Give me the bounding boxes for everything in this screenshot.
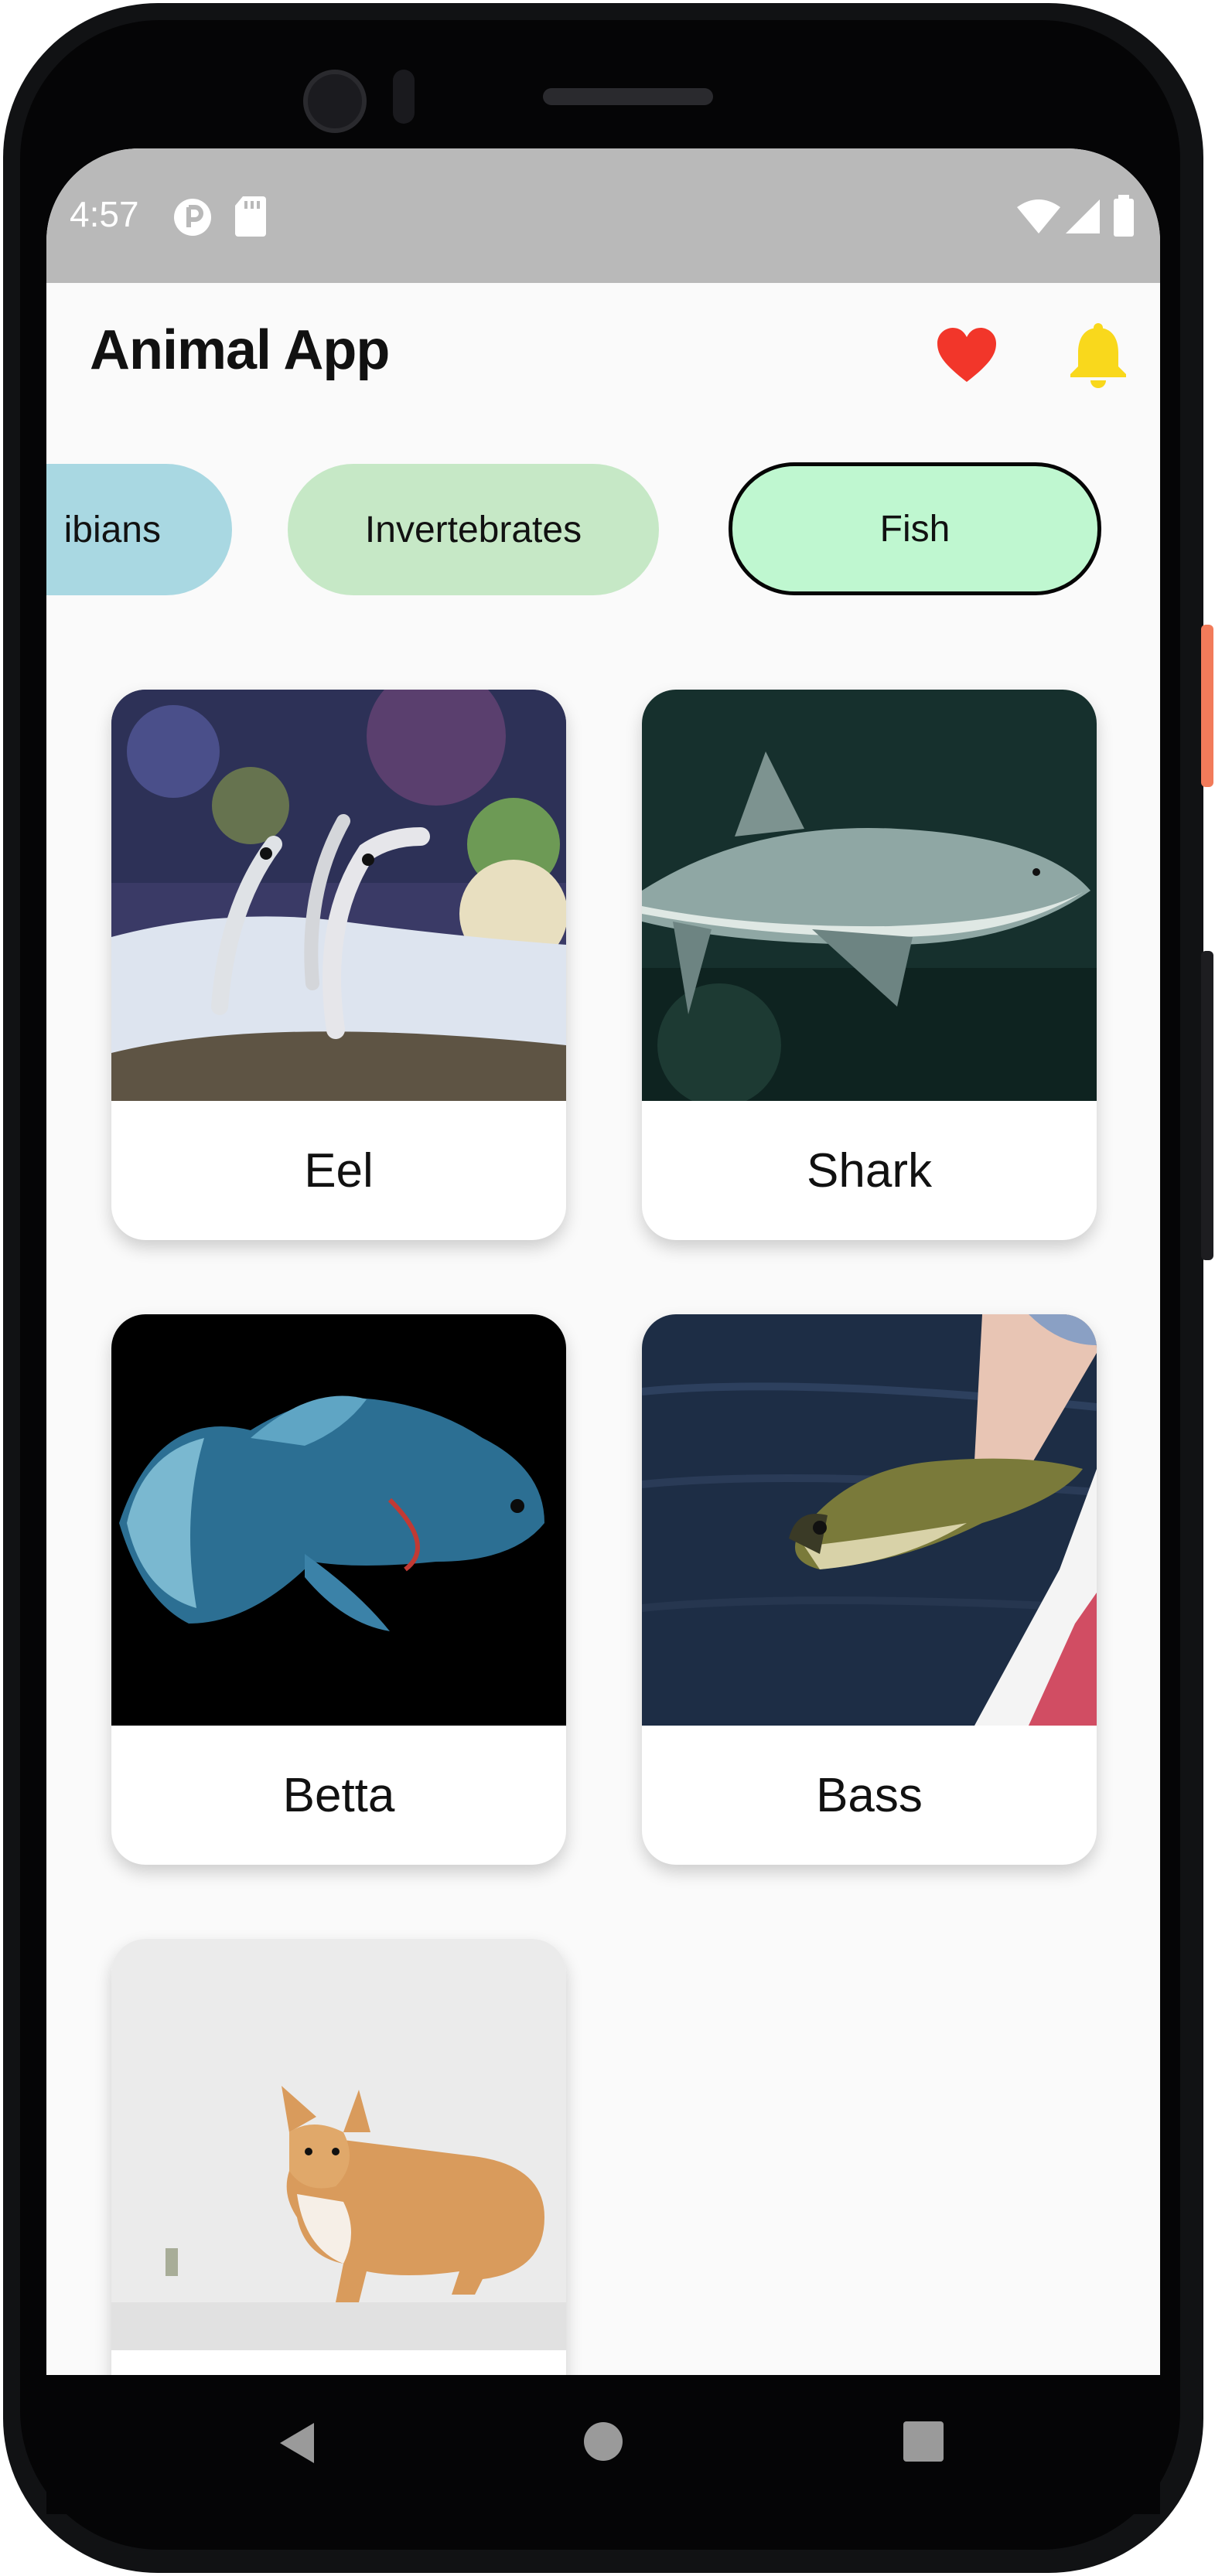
- animal-name: Eel: [304, 1143, 374, 1198]
- app-screen: 4:57 Animal App ibians Invertebrates Fis…: [46, 148, 1160, 2375]
- chip-amphibians[interactable]: ibians: [46, 464, 232, 595]
- front-camera: [303, 70, 367, 133]
- status-time: 4:57: [70, 194, 139, 234]
- volume-button: [1201, 951, 1213, 1260]
- heart-icon[interactable]: [936, 325, 998, 387]
- recents-icon[interactable]: [903, 2421, 944, 2462]
- animal-card-shark[interactable]: Shark: [642, 690, 1097, 1240]
- power-button: [1201, 625, 1213, 787]
- app-notification-icon: [174, 199, 211, 236]
- animal-card-bass[interactable]: Bass: [642, 1314, 1097, 1865]
- animal-card-partial[interactable]: [111, 1939, 566, 2375]
- home-icon[interactable]: [583, 2421, 623, 2462]
- animal-photo: [642, 1314, 1097, 1726]
- chip-label: Invertebrates: [364, 509, 582, 550]
- wifi-icon: [1017, 199, 1060, 233]
- bell-icon[interactable]: [1067, 322, 1129, 388]
- earpiece-speaker: [543, 88, 713, 105]
- chip-label: Fish: [879, 508, 950, 550]
- animal-photo: [642, 690, 1097, 1101]
- animal-photo: [111, 690, 566, 1101]
- animal-photo: [111, 1314, 566, 1726]
- navigation-bar: [46, 2375, 1160, 2514]
- animal-name: Shark: [807, 1143, 932, 1198]
- battery-icon: [1114, 195, 1134, 237]
- animal-photo: [111, 1939, 566, 2350]
- cellular-signal-icon: [1066, 199, 1100, 233]
- chip-invertebrates[interactable]: Invertebrates: [288, 464, 659, 595]
- status-bar: 4:57: [46, 148, 1160, 283]
- proximity-sensor: [393, 70, 415, 124]
- back-icon[interactable]: [278, 2421, 316, 2465]
- chip-label: ibians: [63, 509, 161, 550]
- app-title: Animal App: [90, 319, 390, 381]
- animal-name: Betta: [282, 1768, 395, 1822]
- animal-name: Bass: [816, 1768, 923, 1822]
- chip-fish[interactable]: Fish: [729, 462, 1101, 595]
- animal-card-eel[interactable]: Eel: [111, 690, 566, 1240]
- sd-card-icon: [235, 196, 266, 237]
- animal-card-betta[interactable]: Betta: [111, 1314, 566, 1865]
- animal-name: [111, 2350, 566, 2375]
